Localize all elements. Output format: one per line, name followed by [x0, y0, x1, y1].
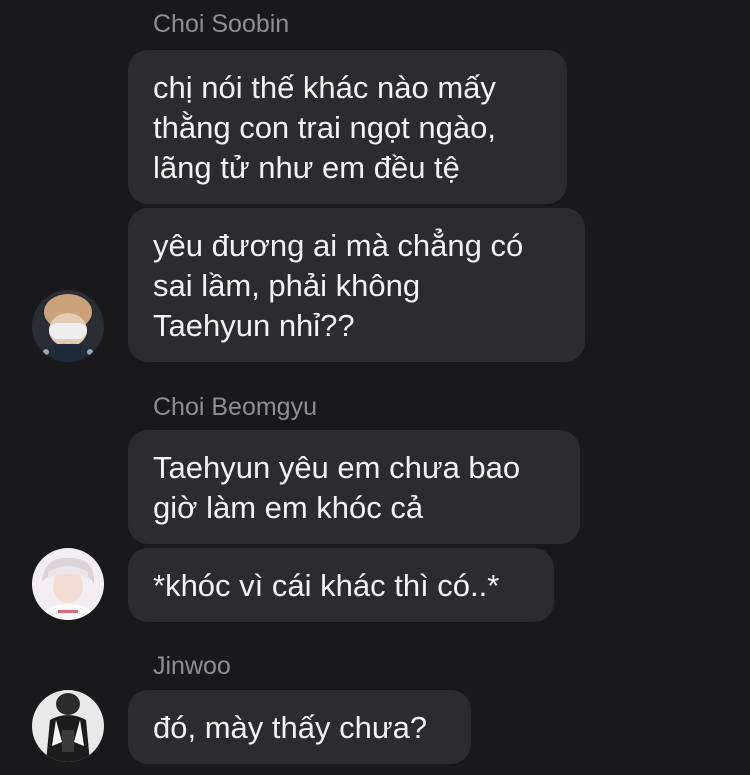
- sender-name: Choi Beomgyu: [153, 393, 317, 421]
- sender-name: Jinwoo: [153, 652, 231, 680]
- message-line: *khóc vì cái khác thì có..*: [153, 568, 500, 603]
- message-line: Taehyun nhỉ??: [153, 308, 355, 343]
- message-line: lãng tử như em đều tệ: [153, 150, 460, 185]
- user-avatar-light-icon[interactable]: [32, 548, 104, 620]
- message-line: thằng con trai ngọt ngào,: [153, 110, 496, 145]
- message-line: sai lầm, phải không: [153, 268, 421, 303]
- chat-thread: Choi Soobin chị nói thế khác nào mấy thằ…: [0, 0, 750, 775]
- message-bubble[interactable]: yêu đương ai mà chẳng có sai lầm, phải k…: [128, 208, 585, 362]
- message-line: yêu đương ai mà chẳng có: [153, 228, 524, 263]
- message-bubble[interactable]: *khóc vì cái khác thì có..*: [128, 548, 554, 622]
- user-avatar-dark-icon[interactable]: [32, 690, 104, 762]
- message-line: giờ làm em khóc cả: [153, 490, 424, 525]
- message-bubble[interactable]: chị nói thế khác nào mấy thằng con trai …: [128, 50, 567, 204]
- message-line: đó, mày thấy chưa?: [153, 710, 428, 745]
- user-avatar-masked-icon[interactable]: [32, 290, 104, 362]
- message-bubble[interactable]: Taehyun yêu em chưa bao giờ làm em khóc …: [128, 430, 580, 544]
- message-line: chị nói thế khác nào mấy: [153, 70, 496, 105]
- message-bubble[interactable]: đó, mày thấy chưa?: [128, 690, 471, 764]
- sender-name: Choi Soobin: [153, 10, 290, 38]
- message-line: Taehyun yêu em chưa bao: [153, 450, 521, 485]
